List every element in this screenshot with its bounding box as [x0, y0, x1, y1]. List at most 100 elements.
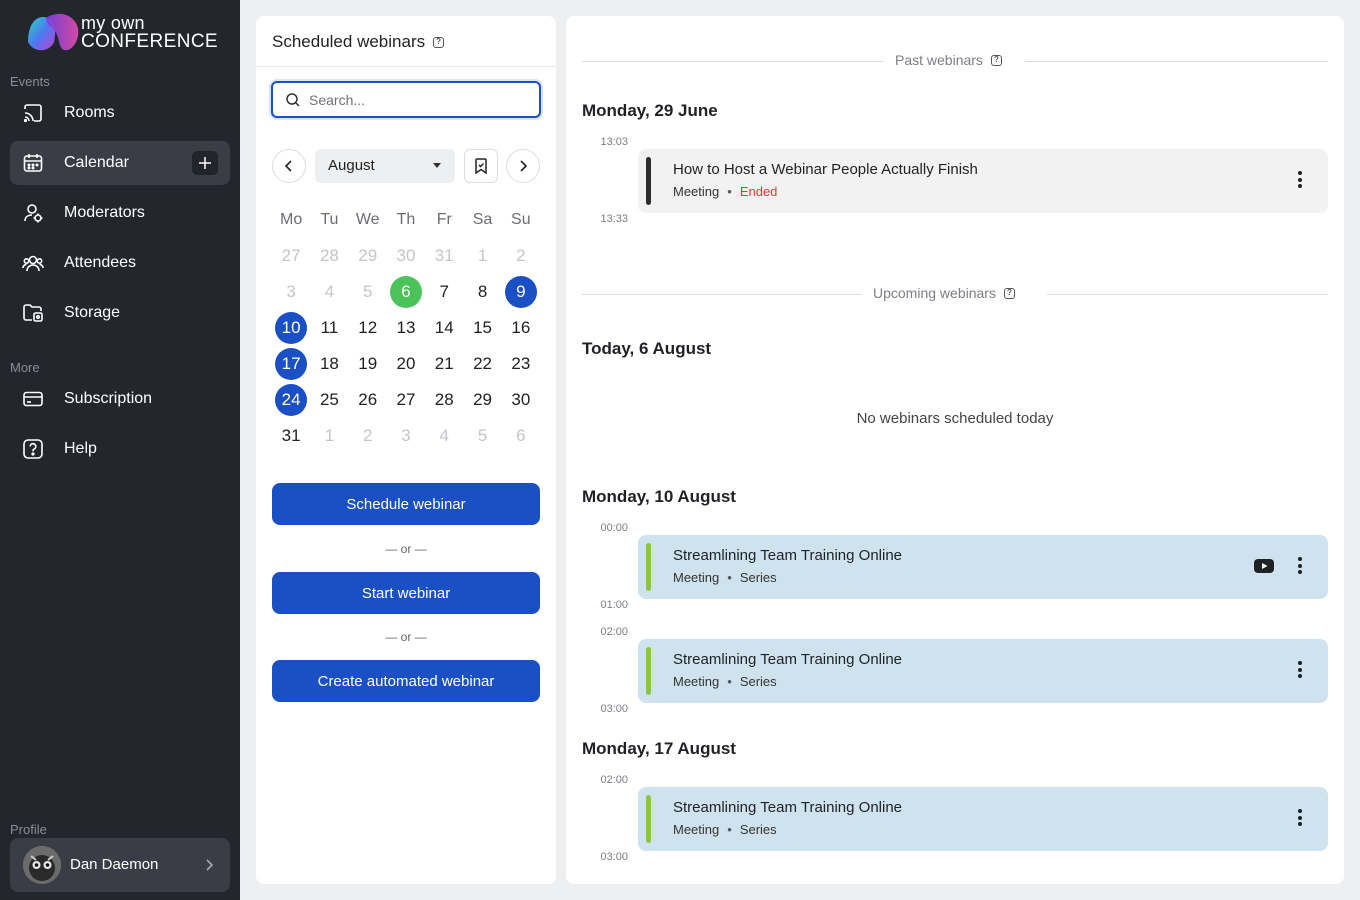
calendar-day[interactable]: 20: [387, 346, 425, 382]
calendar-day[interactable]: 1: [463, 238, 501, 274]
calendar-day[interactable]: 3: [387, 418, 425, 454]
calendar-day[interactable]: 14: [425, 310, 463, 346]
calendar-day-today[interactable]: 6: [387, 274, 425, 310]
calendar-day[interactable]: 19: [349, 346, 387, 382]
calendar-day[interactable]: 18: [310, 346, 348, 382]
more-section-label: More: [10, 360, 40, 375]
calendar-day[interactable]: 3: [272, 274, 310, 310]
calendar-day-number: 3: [401, 426, 411, 445]
calendar-day[interactable]: 5: [349, 274, 387, 310]
more-options-icon[interactable]: [1296, 557, 1304, 577]
calendar-day[interactable]: 31: [425, 238, 463, 274]
event-meta: Meeting • Series: [673, 822, 777, 837]
sidebar-item-rooms[interactable]: Rooms: [10, 91, 230, 135]
calendar-day-number: 14: [434, 318, 454, 337]
search-box[interactable]: [271, 81, 541, 118]
event-card-upcoming[interactable]: Streamlining Team Training Online Meetin…: [638, 787, 1328, 851]
create-automated-webinar-button[interactable]: Create automated webinar: [272, 660, 540, 702]
add-event-button[interactable]: [192, 151, 218, 175]
logo[interactable]: my own CONFERENCE: [26, 12, 218, 54]
calendar-day[interactable]: 5: [463, 418, 501, 454]
calendar-day-number: 1: [477, 246, 488, 265]
event-type: Meeting: [673, 184, 720, 199]
calendar-day[interactable]: 6: [502, 418, 540, 454]
scheduler-title: Scheduled webinars: [272, 32, 426, 51]
calendar-day[interactable]: 11: [310, 310, 348, 346]
sidebar-item-attendees[interactable]: Attendees: [10, 241, 230, 285]
calendar-day[interactable]: 2: [349, 418, 387, 454]
calendar-day-number: 19: [358, 354, 378, 373]
more-options-icon[interactable]: [1296, 809, 1304, 829]
calendar-day-number: 12: [358, 318, 378, 337]
sidebar-item-subscription[interactable]: Subscription: [10, 377, 230, 421]
calendar-day-scheduled[interactable]: 9: [502, 274, 540, 310]
caret-down-icon: [433, 163, 441, 168]
sidebar-item-label: Help: [64, 440, 97, 457]
calendar-day-number: 10: [275, 312, 308, 344]
sidebar-item-calendar[interactable]: Calendar: [10, 141, 230, 185]
profile-card[interactable]: Dan Daemon: [10, 838, 230, 892]
calendar-day[interactable]: 27: [387, 382, 425, 418]
calendar-day[interactable]: 30: [502, 382, 540, 418]
calendar-day[interactable]: 25: [310, 382, 348, 418]
search-input[interactable]: [309, 90, 529, 110]
event-color-bar: [646, 795, 651, 843]
calendar-day[interactable]: 2: [502, 238, 540, 274]
calendar-day-scheduled[interactable]: 10: [272, 310, 310, 346]
calendar-day[interactable]: 27: [272, 238, 310, 274]
calendar-day[interactable]: 26: [349, 382, 387, 418]
event-card-upcoming[interactable]: Streamlining Team Training Online Meetin…: [638, 639, 1328, 703]
prev-month-button[interactable]: [272, 149, 306, 183]
youtube-icon[interactable]: [1254, 558, 1274, 574]
calendar-day[interactable]: 28: [425, 382, 463, 418]
calendar-day-number: 16: [511, 318, 531, 337]
past-webinars-text: Past webinars: [895, 52, 983, 68]
calendar-day[interactable]: 22: [463, 346, 501, 382]
calendar-day[interactable]: 4: [310, 274, 348, 310]
event-meta: Meeting • Ended: [673, 184, 777, 199]
calendar-day-scheduled[interactable]: 17: [272, 346, 310, 382]
sidebar-item-moderators[interactable]: Moderators: [10, 191, 230, 235]
calendar-day[interactable]: 30: [387, 238, 425, 274]
sidebar-item-help[interactable]: Help: [10, 427, 230, 471]
calendar-day[interactable]: 7: [425, 274, 463, 310]
calendar-day[interactable]: 28: [310, 238, 348, 274]
event-card-upcoming[interactable]: Streamlining Team Training Online Meetin…: [638, 535, 1328, 599]
event-color-bar: [646, 157, 651, 205]
calendar-day[interactable]: 13: [387, 310, 425, 346]
help-icon[interactable]: ?: [433, 36, 445, 48]
calendar-day-number: 21: [434, 354, 454, 373]
month-select-value: August: [328, 157, 375, 174]
calendar-day[interactable]: 8: [463, 274, 501, 310]
help-icon[interactable]: ?: [1003, 287, 1015, 299]
calendar-day[interactable]: 29: [349, 238, 387, 274]
schedule-webinar-button[interactable]: Schedule webinar: [272, 483, 540, 525]
more-options-icon[interactable]: [1296, 661, 1304, 681]
calendar-day[interactable]: 4: [425, 418, 463, 454]
calendar-day[interactable]: 21: [425, 346, 463, 382]
sidebar-item-storage[interactable]: Storage: [10, 291, 230, 335]
event-status: Series: [739, 822, 777, 837]
next-month-button[interactable]: [506, 149, 540, 183]
event-card-past[interactable]: How to Host a Webinar People Actually Fi…: [638, 149, 1328, 213]
calendar-day[interactable]: 23: [502, 346, 540, 382]
month-select[interactable]: August: [315, 149, 455, 183]
start-webinar-button[interactable]: Start webinar: [272, 572, 540, 614]
calendar-day-number: 18: [319, 354, 339, 373]
avatar: [23, 846, 61, 884]
event-meta: Meeting • Series: [673, 674, 777, 689]
calendar-day-number: 6: [389, 276, 422, 308]
weekday-label: Fr: [436, 211, 452, 228]
help-icon[interactable]: ?: [990, 54, 1002, 66]
calendar-day[interactable]: 1: [310, 418, 348, 454]
calendar-day[interactable]: 15: [463, 310, 501, 346]
calendar-day[interactable]: 12: [349, 310, 387, 346]
calendar-day-scheduled[interactable]: 24: [272, 382, 310, 418]
calendar-day[interactable]: 16: [502, 310, 540, 346]
or-separator: — or —: [385, 630, 427, 644]
weekday-label: Th: [396, 211, 416, 228]
calendar-day[interactable]: 29: [463, 382, 501, 418]
calendar-day[interactable]: 31: [272, 418, 310, 454]
more-options-icon[interactable]: [1296, 171, 1304, 191]
bookmark-button[interactable]: [464, 149, 498, 183]
